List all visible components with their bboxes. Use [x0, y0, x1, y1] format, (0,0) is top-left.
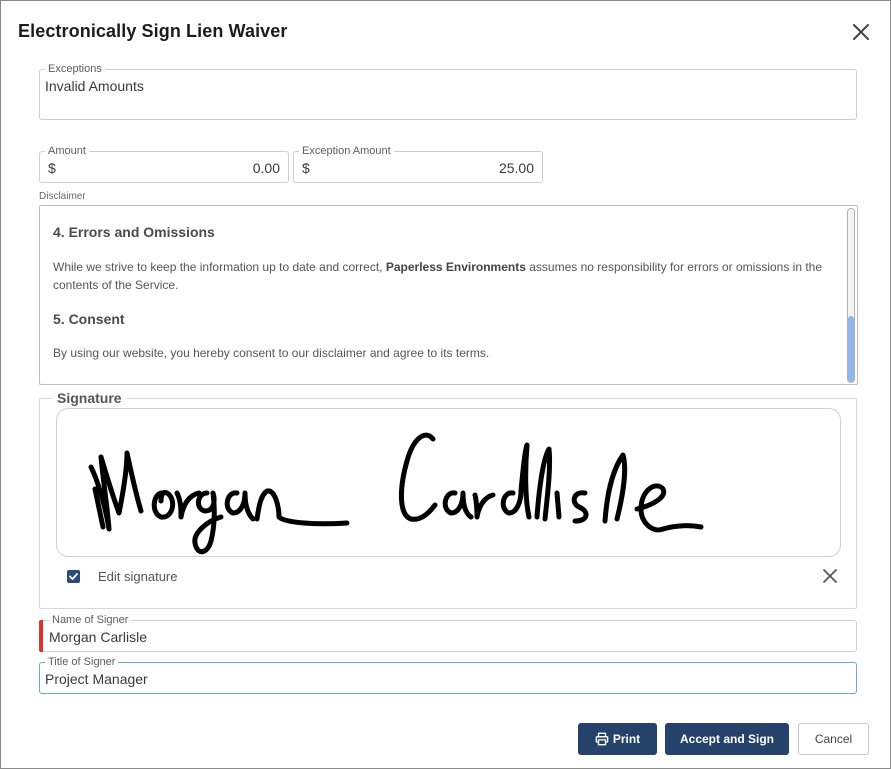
signer-name-value: Morgan Carlisle	[49, 629, 148, 645]
exception-amount-value: 25.00	[498, 160, 534, 176]
signer-name-field[interactable]: Name of Signer Morgan Carlisle	[39, 614, 857, 652]
disclaimer-section5-heading: 5. Consent	[53, 311, 125, 327]
disclaimer-scrollbar[interactable]	[847, 208, 855, 383]
disclaimer-section5-text: By using our website, you hereby consent…	[53, 346, 490, 360]
amount-field[interactable]: Amount $ 0.00	[39, 145, 289, 183]
cancel-button[interactable]: Cancel	[798, 723, 869, 755]
accept-and-sign-button[interactable]: Accept and Sign	[665, 723, 789, 755]
printer-icon	[595, 732, 609, 746]
disclaimer-scroll-thumb[interactable]	[848, 316, 854, 382]
amount-currency: $	[48, 160, 56, 176]
exception-amount-currency: $	[302, 160, 310, 176]
disclaimer-company-name: Paperless Environments	[385, 260, 526, 274]
print-button[interactable]: Print	[578, 723, 657, 755]
edit-signature-checkbox[interactable]	[67, 570, 80, 583]
signature-pad[interactable]	[56, 408, 841, 557]
exceptions-label: Exceptions	[45, 63, 105, 75]
required-marker	[39, 620, 43, 652]
edit-signature-label: Edit signature	[98, 569, 178, 584]
sign-lien-waiver-dialog: Electronically Sign Lien Waiver Exceptio…	[0, 0, 891, 769]
signature-group: Signature Edit signature	[39, 390, 857, 609]
print-button-label: Print	[612, 732, 641, 746]
disclaimer-box[interactable]: 4. Errors and Omissions While we strive …	[39, 205, 858, 385]
disclaimer-section4-text: While we strive to keep the information …	[53, 258, 828, 294]
clear-signature-icon[interactable]	[821, 567, 839, 585]
signature-legend: Signature	[52, 390, 127, 406]
signer-name-label: Name of Signer	[49, 614, 132, 626]
disclaimer-label: Disclaimer	[39, 191, 86, 202]
check-icon	[69, 573, 78, 580]
signer-title-value: Project Manager	[45, 671, 148, 687]
exception-amount-field[interactable]: Exception Amount $ 25.00	[293, 145, 543, 183]
disclaimer-section4-text-before: While we strive to keep the information …	[53, 260, 386, 274]
signer-title-label: Title of Signer	[45, 656, 119, 668]
disclaimer-section4-heading: 4. Errors and Omissions	[53, 224, 215, 240]
exceptions-value: Invalid Amounts	[45, 78, 144, 94]
exceptions-field[interactable]: Exceptions Invalid Amounts	[39, 63, 857, 120]
handwritten-signature	[88, 432, 704, 555]
amount-label: Amount	[45, 145, 89, 157]
dialog-title: Electronically Sign Lien Waiver	[18, 21, 288, 41]
signer-title-field[interactable]: Title of Signer Project Manager	[39, 656, 857, 694]
exception-amount-label: Exception Amount	[299, 145, 394, 157]
close-icon[interactable]	[849, 20, 873, 44]
amount-value: 0.00	[252, 160, 280, 176]
